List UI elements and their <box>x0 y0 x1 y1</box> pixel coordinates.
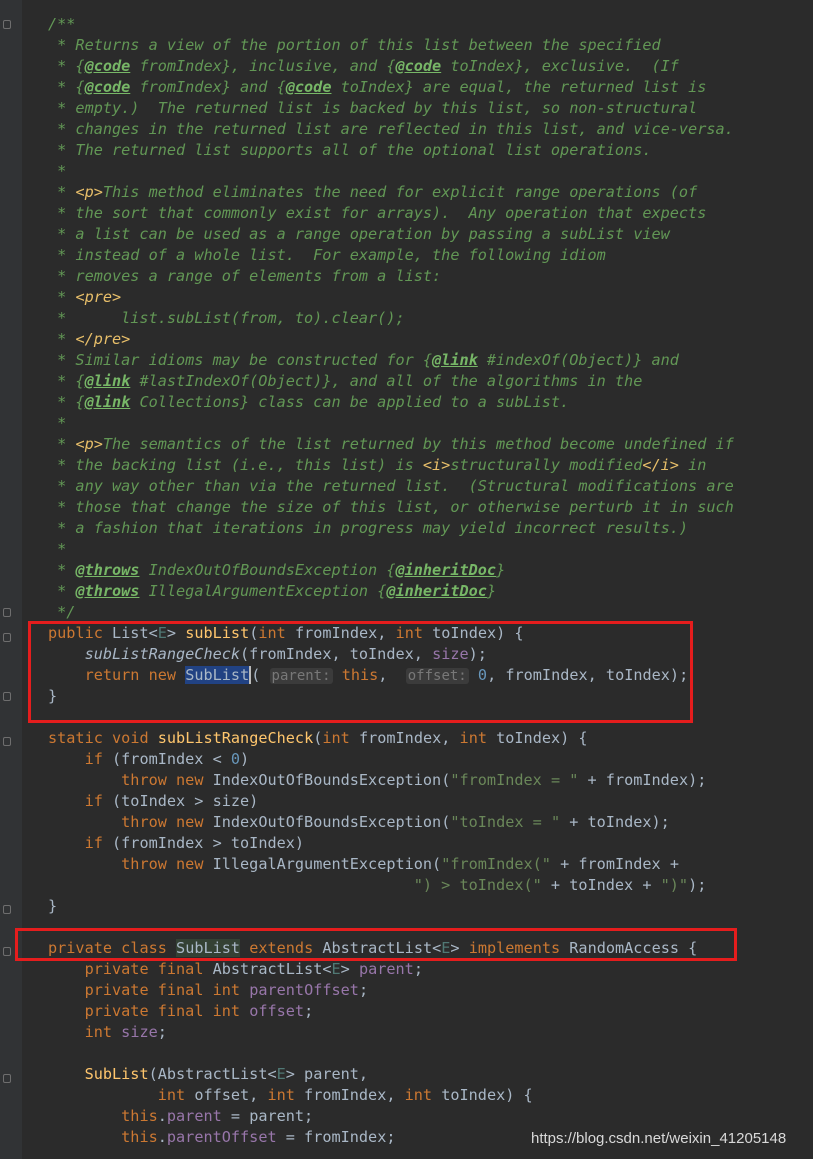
code-line: * <pre> <box>48 288 122 306</box>
code-line: SubList(AbstractList<E> parent, <box>84 1065 369 1083</box>
code-line: if (fromIndex > toIndex) <box>84 834 305 852</box>
code-editor[interactable]: /** * Returns a view of the portion of t… <box>0 14 813 1148</box>
code-line: * <p>This method eliminates the need for… <box>48 183 698 201</box>
code-line: * those that change the size of this lis… <box>48 498 734 516</box>
watermark: https://blog.csdn.net/weixin_41205148 <box>531 1130 787 1147</box>
code-line: * {@link #lastIndexOf(Object)}, and all … <box>48 372 643 390</box>
code-line: * empty.) The returned list is backed by… <box>48 99 698 117</box>
code-line: * </pre> <box>48 330 131 348</box>
code-line: * removes a range of elements from a lis… <box>48 267 442 285</box>
code-line: * <box>48 540 67 558</box>
code-line: this.parent = parent; <box>121 1107 314 1125</box>
code-line: * a list can be used as a range operatio… <box>48 225 670 243</box>
code-line: ") > toIndex(" + toIndex + ")"); <box>413 876 707 894</box>
code-line: * instead of a whole list. For example, … <box>48 246 606 264</box>
code-line: if (toIndex > size) <box>84 792 259 810</box>
code-line: * The returned list supports all of the … <box>48 141 652 159</box>
highlight-box-sublist-class <box>15 928 737 961</box>
code-line: int size; <box>84 1023 167 1041</box>
code-line: throw new IllegalArgumentException("from… <box>121 855 679 873</box>
code-line: int offset, int fromIndex, int toIndex) … <box>157 1086 533 1104</box>
code-line: throw new IndexOutOfBoundsException("fro… <box>121 771 707 789</box>
code-line: } <box>48 897 58 915</box>
code-line: * any way other than via the returned li… <box>48 477 734 495</box>
code-line: * @throws IndexOutOfBoundsException {@in… <box>48 561 506 579</box>
code-line: * {@code fromIndex} and {@code toIndex} … <box>48 78 707 96</box>
code-line: throw new IndexOutOfBoundsException("toI… <box>121 813 670 831</box>
code-line: * <box>48 414 67 432</box>
code-line: private final int offset; <box>84 1002 314 1020</box>
code-line: * the backing list (i.e., this list) is … <box>48 456 707 474</box>
code-line: private final AbstractList<E> parent; <box>84 960 423 978</box>
highlight-box-sublist-method <box>28 621 693 723</box>
code-line: * @throws IllegalArgumentException {@inh… <box>48 582 497 600</box>
code-line: * <box>48 162 67 180</box>
code-line: /** <box>48 15 76 33</box>
code-line: * Returns a view of the portion of this … <box>48 36 661 54</box>
code-line: */ <box>48 603 76 621</box>
code-line: private final int parentOffset; <box>84 981 369 999</box>
code-line: * the sort that commonly exist for array… <box>48 204 707 222</box>
code-line: * {@link Collections} class can be appli… <box>48 393 570 411</box>
code-line: if (fromIndex < 0) <box>84 750 250 768</box>
code-line: * <p>The semantics of the list returned … <box>48 435 734 453</box>
code-line: static void subListRangeCheck(int fromIn… <box>48 729 588 747</box>
code-line: * list.subList(from, to).clear(); <box>48 309 405 327</box>
code-line: * Similar idioms may be constructed for … <box>48 351 679 369</box>
code-line: * {@code fromIndex}, inclusive, and {@co… <box>48 57 679 75</box>
code-line: * a fashion that iterations in progress … <box>48 519 689 537</box>
code-line: * changes in the returned list are refle… <box>48 120 734 138</box>
